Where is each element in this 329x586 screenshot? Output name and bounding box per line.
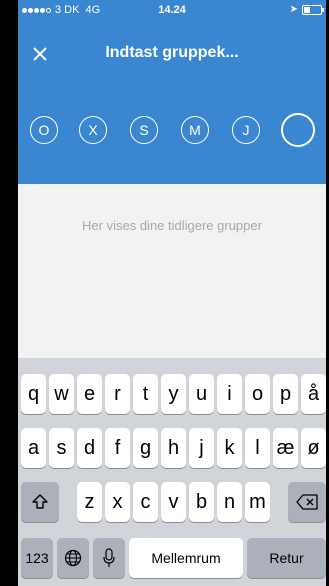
key[interactable]: æ <box>273 428 298 468</box>
numbers-key[interactable]: 123 <box>21 538 53 578</box>
key[interactable]: f <box>105 428 130 468</box>
phone-frame: 3 DK 4G 14.24 ➤ Indtast gruppek... O X S… <box>0 0 329 586</box>
key[interactable]: b <box>189 482 214 522</box>
header: Indtast gruppek... O X S M J <box>18 20 326 184</box>
key[interactable]: g <box>133 428 158 468</box>
group-code-circle[interactable]: S <box>130 116 158 144</box>
group-code-circle[interactable]: X <box>79 116 107 144</box>
key[interactable]: i <box>217 374 242 414</box>
return-key[interactable]: Retur <box>247 538 326 578</box>
backspace-icon <box>296 494 318 510</box>
key[interactable]: k <box>217 428 242 468</box>
key[interactable]: e <box>77 374 102 414</box>
group-code-circle[interactable]: J <box>232 116 260 144</box>
group-code-circle-active[interactable] <box>281 113 315 147</box>
signal-strength-icon <box>22 7 51 13</box>
status-bar: 3 DK 4G 14.24 ➤ <box>18 0 326 20</box>
key[interactable]: a <box>21 428 46 468</box>
close-icon <box>33 47 47 61</box>
key[interactable]: t <box>133 374 158 414</box>
group-code-circle[interactable]: M <box>181 116 209 144</box>
key[interactable]: m <box>245 482 270 522</box>
key[interactable]: s <box>49 428 74 468</box>
delete-key[interactable] <box>288 482 326 522</box>
clock: 14.24 <box>158 4 186 16</box>
key[interactable]: y <box>161 374 186 414</box>
key[interactable]: v <box>161 482 186 522</box>
globe-icon <box>64 549 82 567</box>
keyboard: q w e r t y u i o p å a s d f g h j k l … <box>18 358 326 586</box>
key[interactable]: l <box>245 428 270 468</box>
key[interactable]: u <box>189 374 214 414</box>
app-screen: 3 DK 4G 14.24 ➤ Indtast gruppek... O X S… <box>18 0 326 586</box>
key[interactable]: x <box>105 482 130 522</box>
battery-icon <box>302 4 324 15</box>
key[interactable]: p <box>273 374 298 414</box>
group-code-circle[interactable]: O <box>30 116 58 144</box>
location-arrow-icon: ➤ <box>289 4 298 15</box>
key[interactable]: d <box>77 428 102 468</box>
microphone-key[interactable] <box>93 538 125 578</box>
network-type: 4G <box>85 4 101 16</box>
key[interactable]: o <box>245 374 270 414</box>
key[interactable]: h <box>161 428 186 468</box>
key[interactable]: w <box>49 374 74 414</box>
carrier-name: 3 DK <box>55 4 80 16</box>
key[interactable]: n <box>217 482 242 522</box>
key[interactable]: j <box>189 428 214 468</box>
key[interactable]: c <box>133 482 158 522</box>
space-key[interactable]: Mellemrum <box>129 538 243 578</box>
close-button[interactable] <box>28 42 52 66</box>
key[interactable]: q <box>21 374 46 414</box>
shift-key[interactable] <box>21 482 59 522</box>
key[interactable]: z <box>77 482 102 522</box>
empty-state-text: Her vises dine tidligere grupper <box>82 218 262 233</box>
key[interactable]: r <box>105 374 130 414</box>
key[interactable]: ø <box>301 428 326 468</box>
group-code-circles: O X S M J <box>18 112 326 148</box>
microphone-icon <box>103 548 115 567</box>
globe-key[interactable] <box>57 538 89 578</box>
previous-groups-area: Her vises dine tidligere grupper <box>18 184 326 358</box>
page-title: Indtast gruppek... <box>105 44 239 61</box>
key[interactable]: å <box>301 374 326 414</box>
shift-icon <box>32 494 48 509</box>
